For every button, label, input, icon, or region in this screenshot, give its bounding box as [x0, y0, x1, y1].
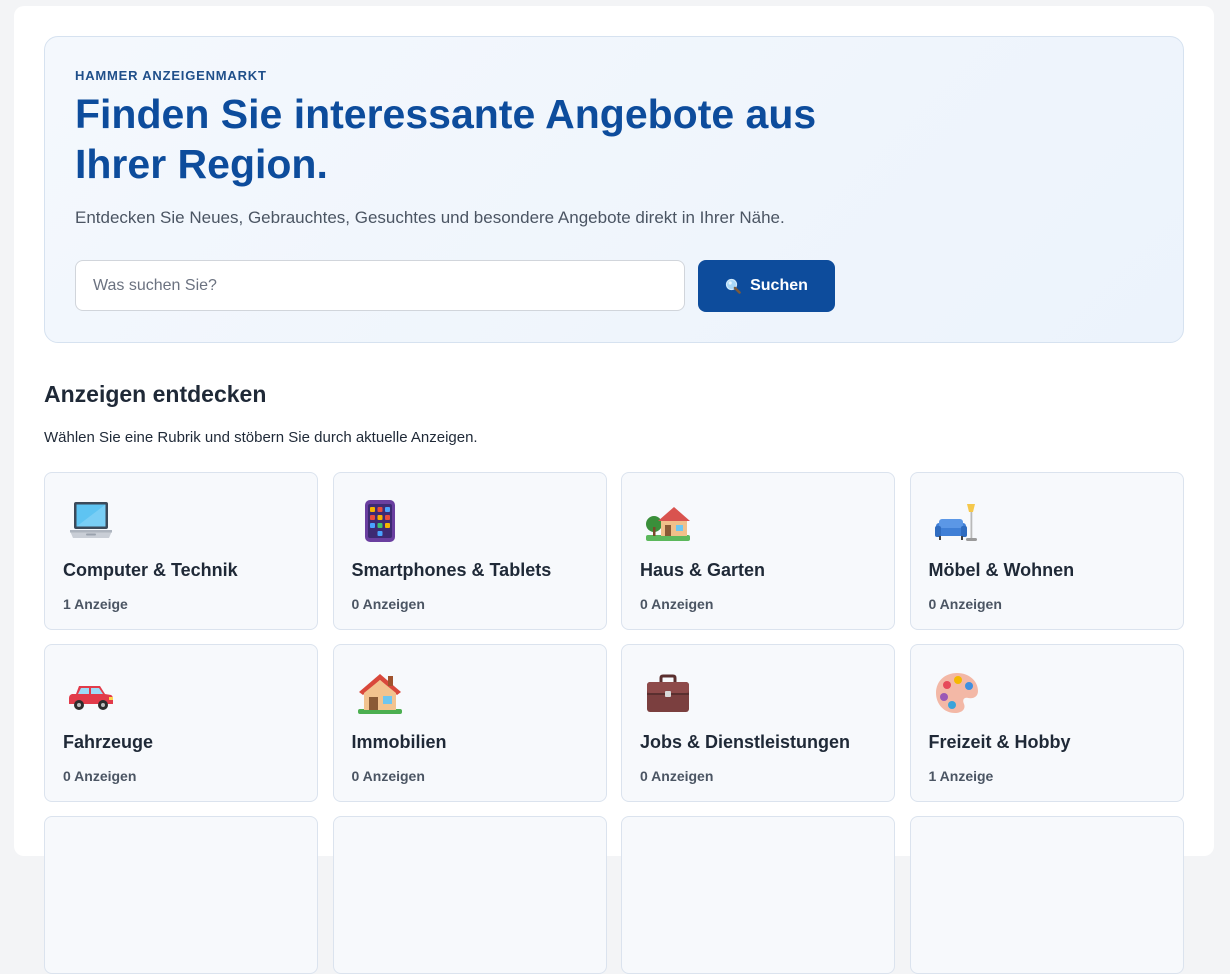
palette-icon — [933, 669, 981, 717]
category-card-smartphones-tablets[interactable]: Smartphones & Tablets 0 Anzeigen — [332, 472, 607, 630]
hero-subtitle: Entdecken Sie Neues, Gebrauchtes, Gesuch… — [75, 208, 785, 227]
category-title: Haus & Garten — [640, 560, 766, 580]
sofa-lamp-icon — [933, 497, 981, 545]
house-icon — [356, 669, 404, 717]
category-card-moebel-wohnen[interactable]: Möbel & Wohnen 0 Anzeigen — [909, 472, 1184, 630]
briefcase-icon — [644, 669, 692, 717]
phone-icon — [356, 497, 404, 545]
category-count: 0 Anzeigen — [63, 768, 137, 784]
category-count: 0 Anzeigen — [351, 596, 425, 612]
category-card-partial[interactable] — [332, 816, 607, 974]
category-title: Möbel & Wohnen — [928, 560, 1075, 580]
category-card-fahrzeuge[interactable]: Fahrzeuge 0 Anzeigen — [44, 644, 318, 802]
category-count: 0 Anzeigen — [351, 768, 425, 784]
hero-panel: HAMMER ANZEIGENMARKT Finden Sie interess… — [44, 36, 1184, 343]
category-title: Fahrzeuge — [63, 732, 154, 752]
category-card-freizeit-hobby[interactable]: Freizeit & Hobby 1 Anzeige — [909, 644, 1184, 802]
category-card-immobilien[interactable]: Immobilien 0 Anzeigen — [332, 644, 607, 802]
category-card-jobs-dienstleistungen[interactable]: Jobs & Dienstleistungen 0 Anzeigen — [621, 644, 895, 802]
search-input[interactable] — [75, 260, 685, 311]
search-button[interactable]: Suchen — [698, 260, 835, 312]
category-title: Computer & Technik — [63, 560, 238, 580]
brand-eyebrow: HAMMER ANZEIGENMARKT — [75, 68, 267, 83]
search-button-label: Suchen — [750, 277, 808, 294]
category-title: Jobs & Dienstleistungen — [640, 732, 851, 752]
laptop-icon — [67, 497, 115, 545]
category-count: 1 Anzeige — [63, 596, 128, 612]
category-grid: Computer & Technik 1 Anzeige Smartphones… — [44, 472, 1184, 974]
category-card-partial[interactable] — [909, 816, 1184, 974]
category-count: 0 Anzeigen — [640, 768, 714, 784]
hero-title: Finden Sie interessante Angebote aus Ihr… — [75, 91, 817, 187]
car-icon — [67, 669, 115, 717]
category-card-partial[interactable] — [44, 816, 318, 974]
category-count: 0 Anzeigen — [640, 596, 714, 612]
category-count: 0 Anzeigen — [928, 596, 1002, 612]
category-count: 1 Anzeige — [928, 768, 994, 784]
category-card-haus-garten[interactable]: Haus & Garten 0 Anzeigen — [621, 472, 895, 630]
category-title: Smartphones & Tablets — [351, 560, 552, 580]
main-container: HAMMER ANZEIGENMARKT Finden Sie interess… — [14, 6, 1214, 974]
category-title: Freizeit & Hobby — [928, 732, 1071, 752]
category-card-partial[interactable] — [621, 816, 895, 974]
category-card-computer-technik[interactable]: Computer & Technik 1 Anzeige — [44, 472, 318, 630]
magnifier-icon — [725, 278, 741, 294]
section-title: Anzeigen entdecken — [44, 381, 267, 407]
house-garden-icon — [644, 497, 692, 545]
section-subtitle: Wählen Sie eine Rubrik und stöbern Sie d… — [44, 429, 478, 446]
category-title: Immobilien — [351, 732, 447, 752]
